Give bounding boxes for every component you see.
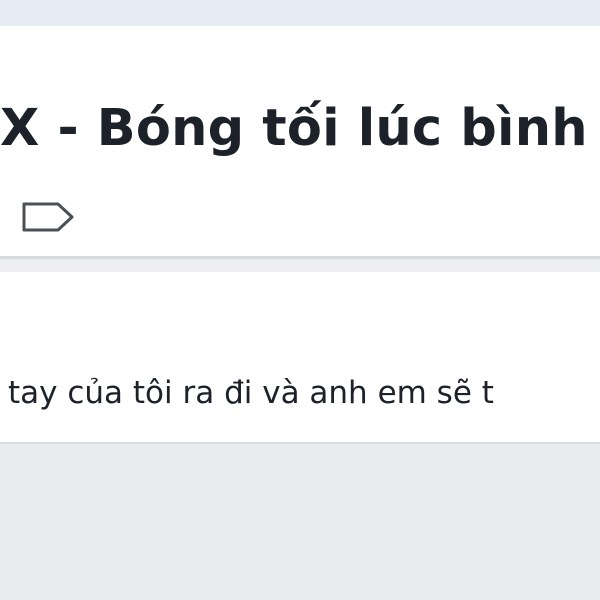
header-card: X - Bóng tối lúc bình m [0,26,600,259]
footer-area [0,444,600,600]
tag-button[interactable] [20,198,76,236]
screen: X - Bóng tối lúc bình m tay của tôi ra đ… [0,0,600,600]
post-card: tay của tôi ra đi và anh em sẽ t [0,272,600,444]
section-gap [0,259,600,272]
tag-icon [22,202,74,232]
top-strip [0,0,600,26]
page-title: X - Bóng tối lúc bình m [0,99,600,158]
post-text: tay của tôi ra đi và anh em sẽ t [8,375,494,411]
